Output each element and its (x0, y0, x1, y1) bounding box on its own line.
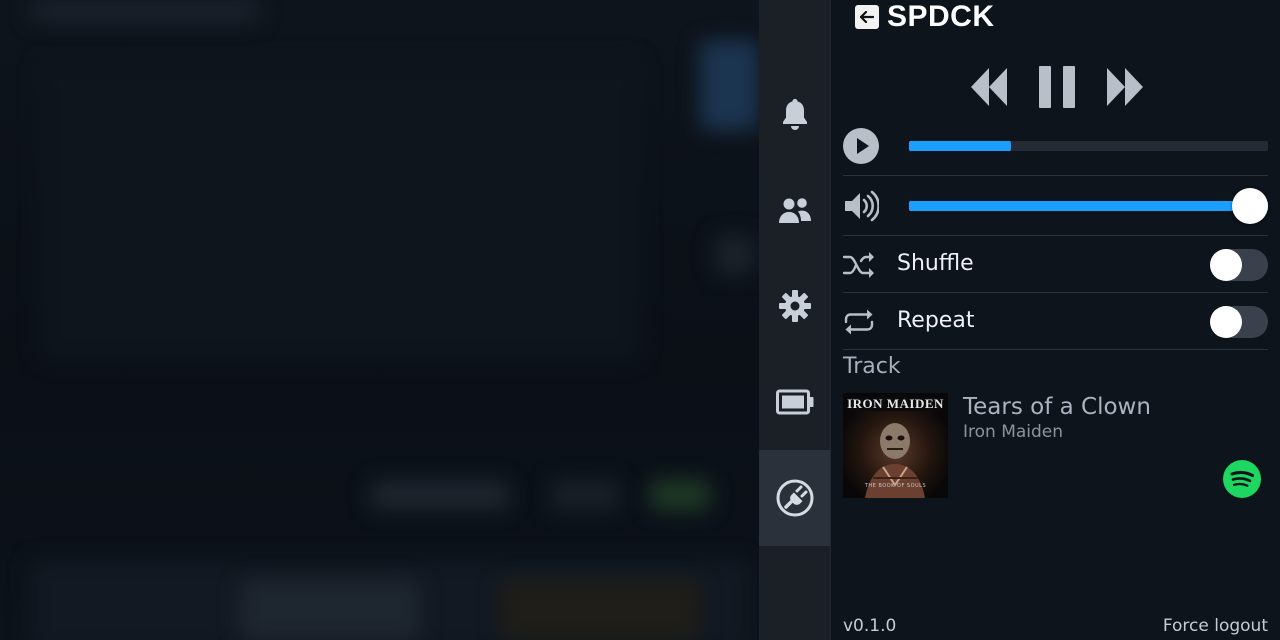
album-art: IRON MAIDEN THE BOOK OF SOULS (843, 393, 948, 498)
force-logout-button[interactable]: Force logout (1163, 616, 1268, 636)
progress-fill (909, 141, 1012, 151)
rewind-icon[interactable] (971, 66, 1007, 108)
arrow-left-icon (860, 11, 874, 23)
plug-icon (776, 479, 813, 517)
album-art-subtitle: THE BOOK OF SOULS (864, 483, 927, 489)
shuffle-icon (843, 252, 874, 278)
settings-tab[interactable] (759, 258, 830, 354)
volume-row (843, 186, 1268, 226)
fast-forward-icon[interactable] (1107, 66, 1143, 108)
toggle-knob (1210, 249, 1242, 281)
friends-tab[interactable] (759, 162, 830, 258)
battery-icon (775, 389, 813, 415)
repeat-row: Repeat (843, 302, 1268, 342)
friends-icon (778, 198, 811, 223)
divider (843, 349, 1268, 350)
shuffle-label: Shuffle (897, 251, 974, 276)
performance-tab[interactable] (759, 354, 830, 450)
shuffle-row: Shuffle (843, 245, 1268, 285)
volume-icon (845, 190, 879, 222)
plugins-tab[interactable] (759, 450, 830, 546)
repeat-label: Repeat (897, 308, 975, 333)
panel-title: SPDCK (887, 0, 995, 33)
album-art-band: IRON MAIDEN (847, 396, 944, 411)
divider (843, 175, 1268, 176)
toggle-knob (1210, 306, 1242, 338)
repeat-icon (844, 309, 874, 335)
track-section-label: Track (843, 354, 901, 379)
notifications-tab[interactable] (759, 66, 830, 162)
progress-slider[interactable] (909, 141, 1268, 151)
divider (843, 292, 1268, 293)
track-artist: Iron Maiden (963, 422, 1064, 442)
back-button[interactable] (855, 5, 879, 29)
volume-fill (909, 201, 1268, 211)
bell-icon (782, 99, 807, 130)
track-title: Tears of a Clown (963, 394, 1151, 420)
pause-icon[interactable] (1039, 66, 1075, 108)
panel-header: SPDCK (855, 0, 995, 34)
volume-slider[interactable] (909, 188, 1268, 224)
playback-controls (971, 62, 1143, 112)
progress-row (843, 126, 1268, 166)
volume-slider-handle[interactable] (1232, 188, 1268, 224)
quick-access-rail (759, 0, 831, 640)
repeat-toggle[interactable] (1210, 306, 1268, 338)
play-circle-icon (843, 128, 879, 164)
shuffle-toggle[interactable] (1210, 249, 1268, 281)
spdck-panel: SPDCK Shuffle Repeat Track IRON MAIDEN T… (831, 0, 1280, 640)
version-label: v0.1.0 (843, 616, 897, 636)
divider (843, 235, 1268, 236)
background-app (0, 0, 759, 640)
gear-icon (778, 290, 811, 322)
spotify-icon[interactable] (1223, 460, 1261, 498)
